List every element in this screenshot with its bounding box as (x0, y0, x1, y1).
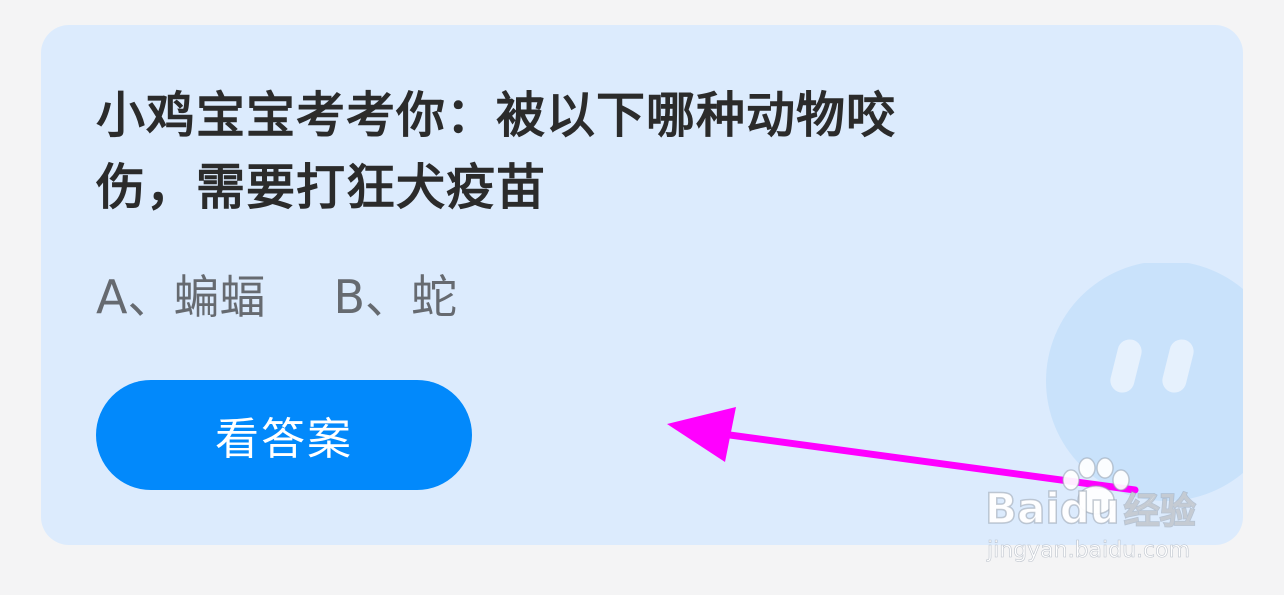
baidu-jingyan-watermark: Baidu 经验 jingyan.baidu.com (984, 457, 1225, 588)
quiz-question: 小鸡宝宝考考你：被以下哪种动物咬 伤，需要打狂犬疫苗 (96, 80, 1096, 224)
answer-options: A、蝙蝠 B、蛇 (96, 261, 457, 327)
option-a: A、蝙蝠 (96, 270, 266, 324)
watermark-url: jingyan.baidu.com (987, 538, 1191, 564)
option-b: B、蛇 (333, 270, 458, 324)
view-answer-button[interactable]: 看答案 (96, 380, 472, 490)
baidu-logo-text: Baidu 经验 (984, 482, 1197, 534)
question-line-2: 伤，需要打狂犬疫苗 (96, 159, 547, 216)
logo-du: du (1059, 483, 1120, 534)
logo-bai: Bai (984, 483, 1060, 534)
question-line-1: 小鸡宝宝考考你：被以下哪种动物咬 (96, 87, 897, 144)
logo-jingyan: 经验 (1123, 490, 1197, 533)
